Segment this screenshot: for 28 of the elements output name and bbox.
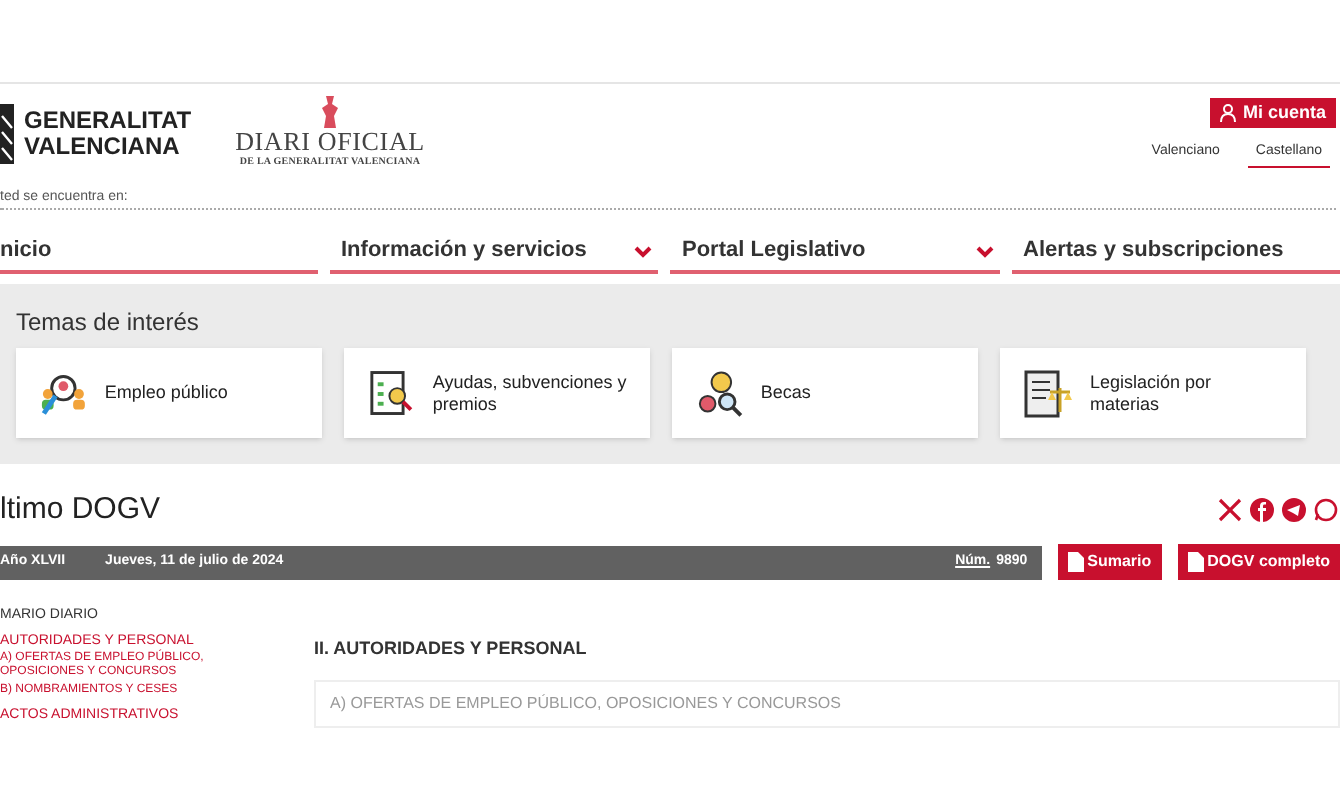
nav-menu-item[interactable]: Portal Legislativo — [670, 232, 999, 274]
document-search-icon — [366, 367, 417, 419]
nav-menu-item[interactable]: Alertas y subscripciones — [1011, 232, 1340, 274]
account-button[interactable]: Mi cuenta — [1210, 98, 1336, 128]
x-logo-icon[interactable] — [1218, 498, 1242, 522]
topic-card[interactable]: Legislación por materias — [1000, 348, 1306, 438]
document-icon — [1067, 552, 1084, 572]
diari-oficial-title: DIARI OFICIAL — [235, 128, 425, 156]
topic-card[interactable]: Ayudas, subvenciones y premios — [344, 348, 650, 438]
subsection-title: A) OFERTAS DE EMPLEO PÚBLICO, OPOSICIONES Y CONCURSOS — [330, 691, 841, 715]
topics-title: Temas de interés — [16, 308, 201, 336]
nav-menu-item[interactable]: Información y servicios — [329, 232, 658, 274]
pdf-button[interactable]: DOGV completo — [1177, 544, 1340, 580]
facebook-icon[interactable] — [1250, 498, 1274, 522]
telegram-icon[interactable] — [1282, 498, 1306, 522]
section-heading: ltimo DOGV — [0, 489, 161, 530]
topic-card[interactable]: Becas — [672, 348, 978, 438]
user-icon — [1220, 104, 1237, 122]
whatsapp-icon[interactable] — [1314, 498, 1338, 522]
topic-card[interactable]: Empleo público — [16, 348, 322, 438]
chevron-down-icon — [975, 245, 993, 257]
document-icon — [1187, 552, 1204, 572]
generalitat-logo-text: GENERALITAT VALENCIANA — [24, 108, 192, 160]
pdf-button[interactable]: Sumario — [1057, 544, 1162, 580]
section-title: II. AUTORIDADES Y PERSONAL — [314, 636, 589, 662]
nav-menu-item[interactable]: nicio — [0, 232, 317, 274]
chevron-down-icon — [634, 245, 652, 257]
law-document-icon — [1022, 367, 1074, 419]
